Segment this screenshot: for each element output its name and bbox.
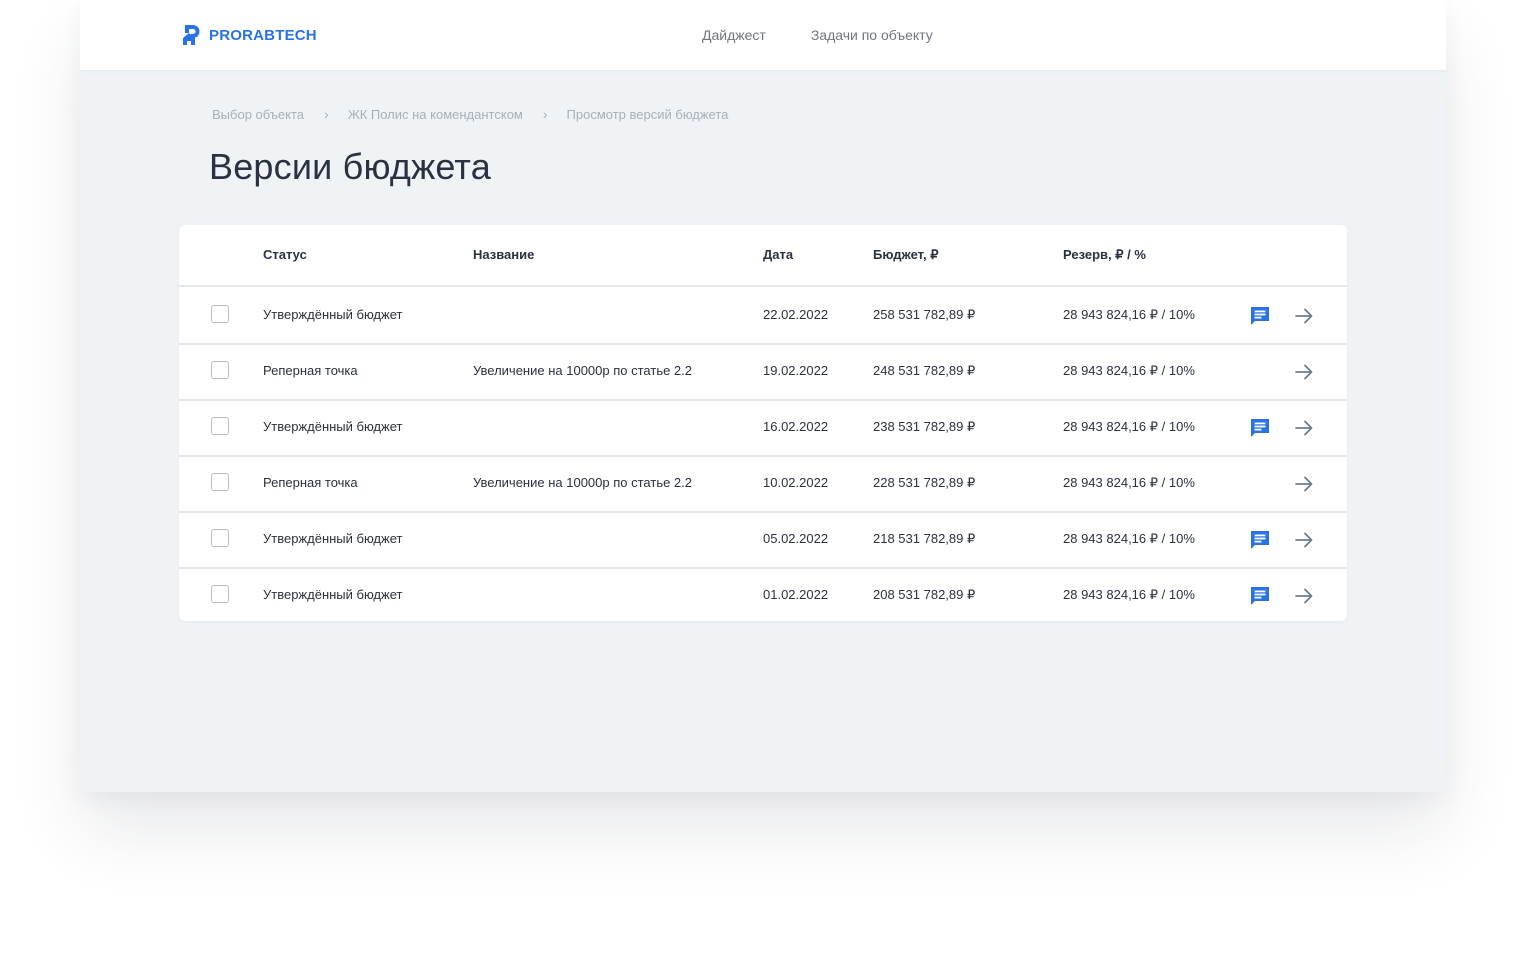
row-budget: 218 531 782,89 ₽: [873, 531, 976, 546]
brand-logo-icon: [183, 25, 200, 45]
breadcrumb-item-current: Просмотр версий бюджета: [566, 106, 729, 122]
row-reserve: 28 943 824,16 ₽ / 10%: [1063, 587, 1195, 602]
row-checkbox[interactable]: [211, 473, 229, 491]
row-status: Утверждённый бюджет: [263, 531, 403, 546]
arrow-right-icon[interactable]: [1293, 361, 1315, 383]
app-window: PRORABTECH Дайджест Задачи по объекту Вы…: [80, 0, 1446, 792]
column-header-budget[interactable]: Бюджет, ₽: [873, 247, 939, 263]
row-name: Увеличение на 10000р по статье 2.2: [473, 363, 693, 378]
row-date: 05.02.2022: [763, 531, 829, 546]
row-reserve: 28 943 824,16 ₽ / 10%: [1063, 363, 1195, 378]
breadcrumb-separator: ›: [324, 106, 329, 122]
row-status: Реперная точка: [263, 475, 358, 490]
row-reserve: 28 943 824,16 ₽ / 10%: [1063, 531, 1195, 546]
budget-versions-table: Статус Название Дата Бюджет, ₽ Резерв, ₽…: [179, 225, 1347, 621]
breadcrumb-separator: ›: [542, 106, 548, 122]
row-reserve: 28 943 824,16 ₽ / 10%: [1063, 419, 1195, 434]
row-budget: 228 531 782,89 ₽: [873, 475, 976, 490]
main-nav: Дайджест Задачи по объекту: [702, 26, 978, 44]
arrow-right-icon[interactable]: [1293, 305, 1315, 327]
arrow-right-icon[interactable]: [1293, 473, 1315, 495]
row-date: 16.02.2022: [763, 419, 829, 434]
row-name: Увеличение на 10000р по статье 2.2: [473, 475, 693, 490]
page-title: Версии бюджета: [209, 146, 491, 187]
arrow-right-icon[interactable]: [1293, 417, 1315, 439]
row-checkbox[interactable]: [211, 417, 229, 435]
nav-item-object-tasks[interactable]: Задачи по объекту: [811, 26, 933, 44]
comment-icon[interactable]: [1249, 305, 1271, 327]
brand-name: PRORABTECH: [209, 26, 317, 44]
row-status: Реперная точка: [263, 363, 358, 378]
row-budget: 258 531 782,89 ₽: [873, 307, 976, 322]
row-checkbox[interactable]: [211, 585, 229, 603]
breadcrumb: Выбор объекта › ЖК Полис на комендантско…: [212, 106, 728, 122]
row-checkbox[interactable]: [211, 305, 229, 323]
table-row[interactable]: Реперная точка Увеличение на 10000р по с…: [179, 455, 1347, 513]
row-reserve: 28 943 824,16 ₽ / 10%: [1063, 475, 1195, 490]
row-budget: 238 531 782,89 ₽: [873, 419, 976, 434]
nav-item-digest[interactable]: Дайджест: [702, 26, 766, 44]
row-checkbox[interactable]: [211, 361, 229, 379]
table-row[interactable]: Утверждённый бюджет 01.02.2022 208 531 7…: [179, 567, 1347, 621]
column-header-status[interactable]: Статус: [263, 247, 307, 262]
comment-icon[interactable]: [1249, 417, 1271, 439]
comment-icon[interactable]: [1249, 585, 1271, 607]
row-date: 10.02.2022: [763, 475, 829, 490]
row-status: Утверждённый бюджет: [263, 307, 403, 322]
table-row[interactable]: Утверждённый бюджет 05.02.2022 218 531 7…: [179, 511, 1347, 569]
row-date: 01.02.2022: [763, 587, 829, 602]
arrow-right-icon[interactable]: [1293, 585, 1315, 607]
table-row[interactable]: Утверждённый бюджет 16.02.2022 238 531 7…: [179, 399, 1347, 457]
arrow-right-icon[interactable]: [1293, 529, 1315, 551]
brand-logo[interactable]: PRORABTECH: [182, 24, 317, 46]
column-header-date[interactable]: Дата: [763, 247, 793, 262]
row-checkbox[interactable]: [211, 529, 229, 547]
row-date: 22.02.2022: [763, 307, 829, 322]
row-reserve: 28 943 824,16 ₽ / 10%: [1063, 307, 1195, 322]
row-status: Утверждённый бюджет: [263, 587, 403, 602]
top-navigation-bar: PRORABTECH Дайджест Задачи по объекту: [80, 0, 1446, 70]
row-date: 19.02.2022: [763, 363, 829, 378]
row-budget: 248 531 782,89 ₽: [873, 363, 976, 378]
row-budget: 208 531 782,89 ₽: [873, 587, 976, 602]
table-row[interactable]: Утверждённый бюджет 22.02.2022 258 531 7…: [179, 287, 1347, 345]
column-header-reserve[interactable]: Резерв, ₽ / %: [1063, 247, 1146, 263]
breadcrumb-item-select-object[interactable]: Выбор объекта: [212, 107, 304, 122]
comment-icon[interactable]: [1249, 529, 1271, 551]
column-header-name[interactable]: Название: [473, 247, 534, 262]
table-header: Статус Название Дата Бюджет, ₽ Резерв, ₽…: [179, 225, 1347, 287]
table-row[interactable]: Реперная точка Увеличение на 10000р по с…: [179, 343, 1347, 401]
row-status: Утверждённый бюджет: [263, 419, 403, 434]
breadcrumb-item-object[interactable]: ЖК Полис на комендантском: [348, 107, 523, 122]
